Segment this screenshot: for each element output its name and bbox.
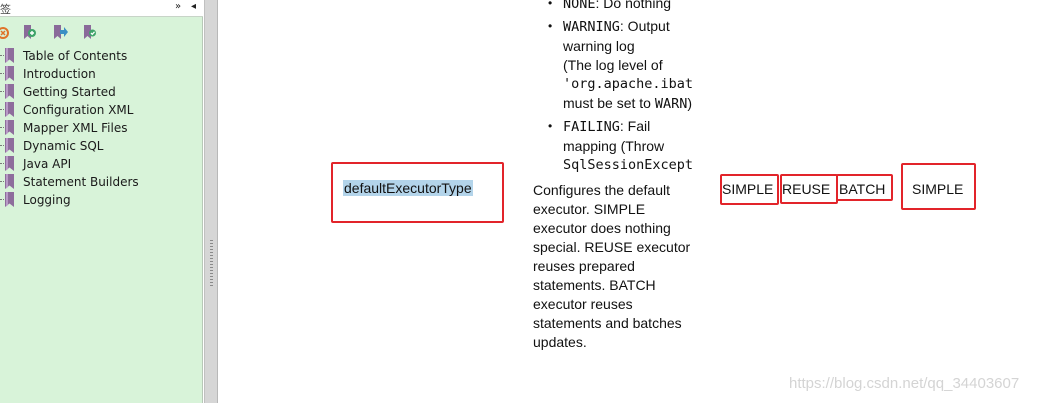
bookmark-label: Java API <box>23 157 72 171</box>
bookmark-item[interactable]: Getting Started <box>0 83 203 101</box>
document-view: NONE: Do nothing WARNING: Output warning… <box>219 0 1042 403</box>
bookmark-label: Introduction <box>23 67 96 81</box>
bookmark-label: Getting Started <box>23 85 116 99</box>
bookmarks-panel: 签 » ◂ Table of Contents Introduction Getti… <box>0 0 203 403</box>
bookmark-item[interactable]: Dynamic SQL <box>0 137 203 155</box>
bookmark-icon <box>5 192 14 207</box>
list-item: NONE: Do nothing <box>545 0 721 14</box>
watermark: https://blog.csdn.net/qq_34403607 <box>789 375 1020 392</box>
bookmark-icon <box>5 102 14 117</box>
expand-bookmark-icon[interactable] <box>22 24 38 40</box>
bookmarks-toolbar <box>0 20 203 44</box>
option-code: FAILING <box>563 119 620 135</box>
bookmark-icon <box>5 48 14 63</box>
description-line: Configures the default <box>533 182 670 198</box>
description-line: statements. BATCH <box>533 277 656 293</box>
bookmark-item[interactable]: Logging <box>0 191 203 209</box>
list-item: WARNING: Output warning log (The log lev… <box>545 17 721 114</box>
annotation-box <box>901 163 976 210</box>
description-line: executor. SIMPLE <box>533 201 646 217</box>
bookmark-label: Statement Builders <box>23 175 139 189</box>
description-line: special. REUSE executor <box>533 239 691 255</box>
option-text: : Fail <box>619 118 651 134</box>
panel-title: 签 <box>0 3 11 16</box>
bookmark-item[interactable]: Introduction <box>0 65 203 83</box>
tree-connector <box>0 55 4 56</box>
bookmark-tree: Table of Contents Introduction Getting Sta… <box>0 47 203 209</box>
bookmark-icon <box>5 156 14 171</box>
panel-menu-icon[interactable]: ◂ <box>191 1 196 12</box>
panel-splitter[interactable] <box>204 0 218 403</box>
find-bookmark-icon[interactable] <box>82 24 98 40</box>
tree-connector <box>0 109 4 110</box>
log-options-list: NONE: Do nothing WARNING: Output warning… <box>545 0 721 178</box>
panel-header: 签 » ◂ <box>0 0 203 17</box>
option-code: SqlSessionExcept <box>563 157 694 173</box>
option-text: must be set to <box>563 95 655 111</box>
bookmark-label: Logging <box>23 193 71 207</box>
tree-connector <box>0 199 4 200</box>
option-code: 'org.apache.ibat <box>563 76 694 92</box>
option-code: NONE <box>563 0 596 12</box>
bookmark-label: Dynamic SQL <box>23 139 104 153</box>
bookmark-label: Table of Contents <box>23 49 128 63</box>
option-text: warning log <box>563 38 635 54</box>
bookmark-icon <box>5 84 14 99</box>
bookmark-label: Mapper XML Files <box>23 121 128 135</box>
tree-connector <box>0 73 4 74</box>
tree-connector <box>0 163 4 164</box>
annotation-box <box>331 162 504 223</box>
bookmark-icon <box>5 66 14 81</box>
option-code: WARNING <box>563 19 620 35</box>
description-line: updates. <box>533 334 587 350</box>
bookmark-icon <box>5 174 14 189</box>
annotation-box <box>780 174 838 204</box>
delete-bookmark-icon[interactable] <box>0 24 11 40</box>
bookmark-label: Configuration XML <box>23 103 134 117</box>
go-to-bookmark-icon[interactable] <box>52 24 68 40</box>
description-line: executor reuses <box>533 296 633 312</box>
setting-description: Configures the default executor. SIMPLE … <box>533 181 723 352</box>
collapse-panel-icon[interactable]: » <box>175 1 181 12</box>
option-text: : Do nothing <box>595 0 672 11</box>
bookmark-item[interactable]: Configuration XML <box>0 101 203 119</box>
bookmark-icon <box>5 120 14 135</box>
bookmark-icon <box>5 138 14 153</box>
bookmark-item[interactable]: Statement Builders <box>0 173 203 191</box>
description-line: executor does nothing <box>533 220 671 236</box>
list-item: FAILING: Fail mapping (Throw SqlSessionE… <box>545 117 721 175</box>
bookmark-item[interactable]: Table of Contents <box>0 47 203 65</box>
description-line: reuses prepared <box>533 258 635 274</box>
option-text: mapping (Throw <box>563 138 665 154</box>
option-text: : Output <box>619 18 670 34</box>
tree-connector <box>0 181 4 182</box>
option-text: ) <box>687 95 693 111</box>
tree-connector <box>0 91 4 92</box>
splitter-grip[interactable] <box>210 240 213 286</box>
option-text: (The log level of <box>563 57 663 73</box>
option-code: WARN <box>654 96 688 112</box>
description-line: statements and batches <box>533 315 682 331</box>
annotation-box <box>720 174 779 205</box>
tree-connector <box>0 145 4 146</box>
annotation-box <box>836 174 893 201</box>
bookmark-item[interactable]: Mapper XML Files <box>0 119 203 137</box>
tree-connector <box>0 127 4 128</box>
bookmark-item[interactable]: Java API <box>0 155 203 173</box>
